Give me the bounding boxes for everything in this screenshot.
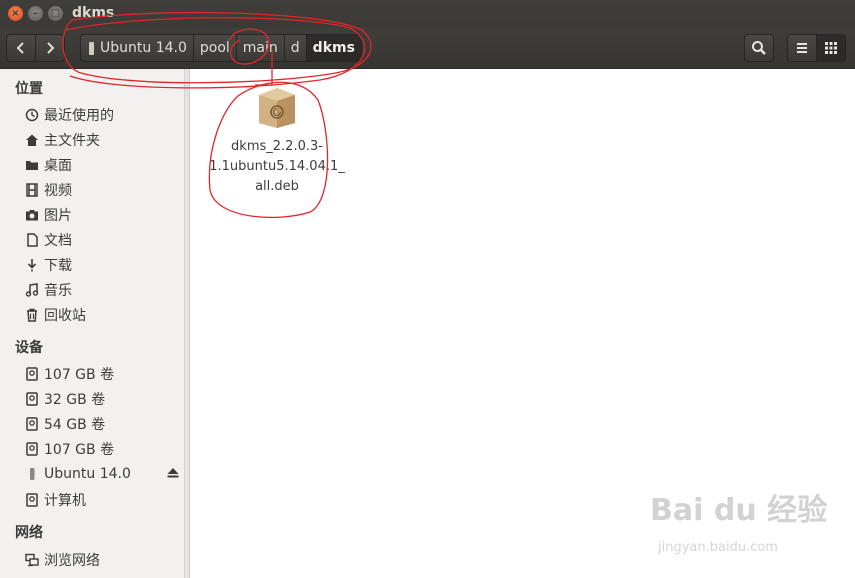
close-window-button[interactable]: × (8, 6, 23, 21)
search-icon (752, 41, 766, 55)
sidebar-item-label: 视频 (44, 183, 72, 199)
sidebar-item-label: 32 GB 卷 (44, 392, 106, 408)
sidebar-item-label: Ubuntu 14.0 (44, 466, 131, 482)
minimize-window-button[interactable]: – (28, 6, 43, 21)
sidebar-item-recent[interactable]: 最近使用的 (24, 104, 114, 126)
sidebar-item-label: 54 GB 卷 (44, 417, 106, 433)
sidebar-item-home[interactable]: 主文件夹 (24, 129, 100, 151)
grid-icon (825, 42, 837, 54)
sidebar-item-label: 107 GB 卷 (44, 367, 115, 383)
folder-icon (24, 157, 40, 173)
sidebar-item-device-1[interactable]: 107 GB 卷 (24, 363, 114, 385)
sidebar-item-label: 文档 (44, 233, 72, 249)
grid-view-button[interactable] (816, 34, 846, 62)
sidebar-item-label: 下载 (44, 258, 72, 274)
drive-icon (24, 416, 40, 432)
sidebar-item-documents[interactable]: 文档 (24, 229, 72, 251)
file-item-dkms-deb[interactable]: dkms_2.2.0.3- 1.1ubuntu5.14.04.1_ all.de… (202, 85, 352, 197)
watermark-logo: Bai du 经验 (650, 493, 828, 528)
breadcrumb: Ubuntu 14.0 pool main d dkms (80, 34, 362, 62)
window-title: dkms (72, 5, 115, 21)
sidebar-item-label: 最近使用的 (44, 108, 114, 124)
sidebar-item-device-ubuntu[interactable]: Ubuntu 14.0 (24, 463, 131, 485)
breadcrumb-label: d (290, 40, 300, 56)
clock-icon (24, 107, 40, 123)
drive-icon (24, 366, 40, 382)
deb-package-icon (259, 88, 295, 128)
film-icon (24, 182, 40, 198)
home-icon (24, 132, 40, 148)
sidebar-heading-network: 网络 (15, 525, 43, 541)
sidebar-item-device-3[interactable]: 54 GB 卷 (24, 413, 105, 435)
sidebar-item-label: 桌面 (44, 158, 72, 174)
usb-drive-icon (24, 466, 40, 482)
drive-icon (24, 441, 40, 457)
document-icon (24, 232, 40, 248)
sidebar-item-label: 计算机 (44, 493, 86, 509)
sidebar-item-device-4[interactable]: 107 GB 卷 (24, 438, 114, 460)
forward-button[interactable] (35, 34, 65, 62)
chevron-left-icon (16, 42, 24, 54)
back-button[interactable] (6, 34, 36, 62)
toolbar: Ubuntu 14.0 pool main d dkms (0, 28, 855, 69)
file-name-line: 1.1ubuntu5.14.04.1_ (209, 159, 345, 174)
search-button[interactable] (744, 34, 774, 62)
breadcrumb-label: main (242, 40, 278, 56)
chevron-right-icon (47, 42, 55, 54)
file-name-line: all.deb (255, 179, 299, 194)
music-icon (24, 282, 40, 298)
breadcrumb-dkms[interactable]: dkms (305, 34, 362, 62)
camera-icon (24, 207, 40, 223)
sidebar-item-videos[interactable]: 视频 (24, 179, 72, 201)
file-name-line: dkms_2.2.0.3- (231, 139, 323, 154)
sidebar-item-label: 音乐 (44, 283, 72, 299)
maximize-window-button[interactable]: □ (48, 6, 63, 21)
network-icon (24, 552, 40, 568)
sidebar-item-computer[interactable]: 计算机 (24, 489, 86, 511)
sidebar-item-label: 107 GB 卷 (44, 442, 115, 458)
sidebar-item-desktop[interactable]: 桌面 (24, 154, 72, 176)
breadcrumb-d[interactable]: d (283, 34, 307, 62)
trash-icon (24, 307, 40, 323)
list-view-button[interactable] (787, 34, 817, 62)
sidebar-item-downloads[interactable]: 下载 (24, 254, 72, 276)
breadcrumb-ubuntu-drive[interactable]: Ubuntu 14.0 (80, 34, 194, 62)
sidebar-item-pictures[interactable]: 图片 (24, 204, 72, 226)
watermark-url: jingyan.baidu.com (658, 540, 778, 555)
sidebar-item-label: 主文件夹 (44, 133, 100, 149)
usb-drive-icon (89, 41, 94, 55)
breadcrumb-label: pool (199, 40, 230, 56)
drive-icon (24, 492, 40, 508)
sidebar-item-device-2[interactable]: 32 GB 卷 (24, 388, 105, 410)
sidebar-item-label: 浏览网络 (44, 553, 100, 569)
drive-icon (24, 391, 40, 407)
sidebar-item-trash[interactable]: 回收站 (24, 304, 86, 326)
sidebar-heading-devices: 设备 (15, 340, 43, 356)
breadcrumb-pool[interactable]: pool (192, 34, 237, 62)
sidebar-item-label: 图片 (44, 208, 72, 224)
file-name: dkms_2.2.0.3- 1.1ubuntu5.14.04.1_ all.de… (202, 137, 352, 197)
download-icon (24, 257, 40, 273)
sidebar-item-browse-network[interactable]: 浏览网络 (24, 549, 100, 571)
eject-icon[interactable] (166, 466, 180, 480)
breadcrumb-label: Ubuntu 14.0 (100, 40, 187, 56)
sidebar-item-label: 回收站 (44, 308, 86, 324)
sidebar-heading-places: 位置 (15, 81, 43, 97)
breadcrumb-label: dkms (312, 40, 355, 56)
list-icon (797, 43, 807, 53)
title-bar: × – □ dkms (0, 0, 855, 28)
breadcrumb-main[interactable]: main (235, 34, 285, 62)
sidebar-item-music[interactable]: 音乐 (24, 279, 72, 301)
